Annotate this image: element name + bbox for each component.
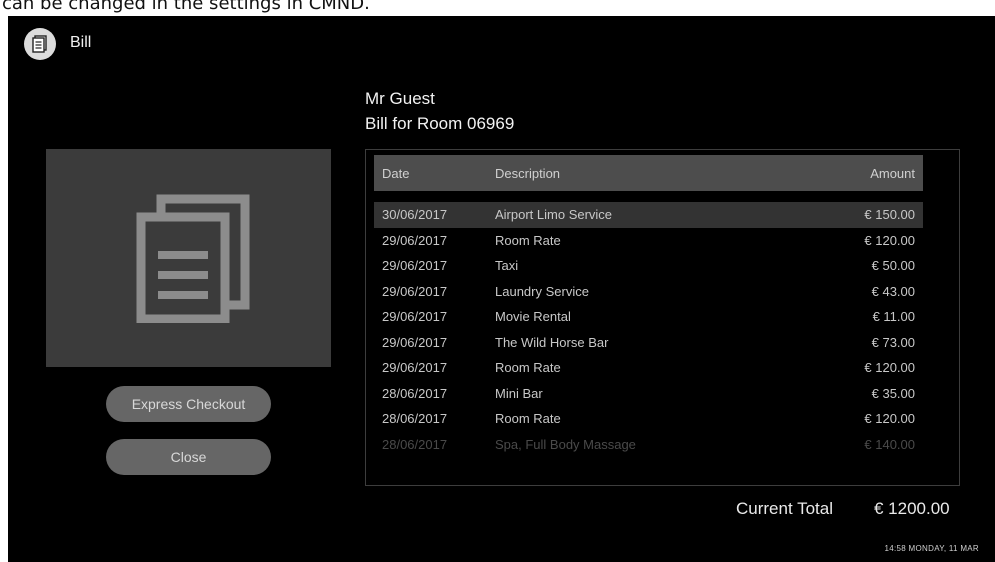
express-checkout-button[interactable]: Express Checkout xyxy=(106,386,271,422)
row-date: 28/06/2017 xyxy=(382,385,448,401)
row-description: Room Rate xyxy=(495,360,561,375)
table-row[interactable]: 30/06/2017 Airport Limo Service € 150.00 xyxy=(374,202,923,228)
row-amount: € 120.00 xyxy=(864,411,915,426)
bill-illustration-panel xyxy=(46,149,331,367)
row-amount: € 43.00 xyxy=(871,283,915,299)
table-row[interactable]: 28/06/2017 Spa, Full Body Massage € 140.… xyxy=(374,432,923,458)
caption-text: can be changed in the settings in CMND. xyxy=(2,0,370,14)
row-amount: € 120.00 xyxy=(864,232,915,248)
bill-screen: Bill Mr Guest Bill for Room 06969 Expres… xyxy=(8,16,995,562)
row-description: Movie Rental xyxy=(495,309,571,324)
row-description: Airport Limo Service xyxy=(495,207,613,222)
row-description: The Wild Horse Bar xyxy=(495,334,609,350)
table-row[interactable]: 29/06/2017 Taxi € 50.00 xyxy=(374,253,923,279)
guest-name: Mr Guest xyxy=(365,89,435,108)
row-description: Mini Bar xyxy=(495,385,543,401)
row-date: 28/06/2017 xyxy=(382,436,448,452)
document-icon xyxy=(24,28,56,60)
row-amount: € 50.00 xyxy=(871,258,915,273)
table-row[interactable]: 28/06/2017 Mini Bar € 35.00 xyxy=(374,381,923,407)
row-date: 29/06/2017 xyxy=(382,309,448,324)
bill-room-label: Bill for Room 06969 xyxy=(365,114,515,133)
row-date: 29/06/2017 xyxy=(382,283,448,299)
row-amount: € 140.00 xyxy=(864,436,915,452)
row-description: Taxi xyxy=(495,258,519,273)
row-amount: € 120.00 xyxy=(864,360,915,375)
table-row[interactable]: 29/06/2017 Movie Rental € 11.00 xyxy=(374,304,923,330)
page-title: Bill xyxy=(70,34,92,51)
column-header-date: Date xyxy=(382,166,410,181)
row-amount: € 35.00 xyxy=(871,385,915,401)
bill-table: Date Description Amount 30/06/2017 Airpo… xyxy=(365,149,960,486)
row-date: 29/06/2017 xyxy=(382,334,448,350)
current-total-value: € 1200.00 xyxy=(874,499,950,518)
clock-status: 14:58 MONDAY, 11 MAR xyxy=(884,544,979,553)
row-description: Laundry Service xyxy=(495,283,589,299)
table-row[interactable]: 29/06/2017 Room Rate € 120.00 xyxy=(374,228,923,254)
column-header-amount: Amount xyxy=(870,166,915,181)
table-row[interactable]: 28/06/2017 Room Rate € 120.00 xyxy=(374,406,923,432)
row-description: Room Rate xyxy=(495,232,561,248)
table-header: Date Description Amount xyxy=(374,155,923,191)
row-date: 30/06/2017 xyxy=(382,207,448,222)
row-date: 29/06/2017 xyxy=(382,360,448,375)
row-amount: € 150.00 xyxy=(864,207,915,222)
table-body[interactable]: 30/06/2017 Airport Limo Service € 150.00… xyxy=(374,202,923,457)
row-amount: € 73.00 xyxy=(871,334,915,350)
row-description: Room Rate xyxy=(495,411,561,426)
row-description: Spa, Full Body Massage xyxy=(495,436,636,452)
table-row[interactable]: 29/06/2017 The Wild Horse Bar € 73.00 xyxy=(374,330,923,356)
current-total-label: Current Total xyxy=(736,499,834,518)
row-amount: € 11.00 xyxy=(872,309,915,324)
table-row[interactable]: 29/06/2017 Room Rate € 120.00 xyxy=(374,355,923,381)
table-row[interactable]: 29/06/2017 Laundry Service € 43.00 xyxy=(374,279,923,305)
row-date: 29/06/2017 xyxy=(382,258,448,273)
close-button[interactable]: Close xyxy=(106,439,271,475)
column-header-description: Description xyxy=(495,166,561,181)
documents-icon xyxy=(136,194,249,323)
row-date: 28/06/2017 xyxy=(382,411,448,426)
row-date: 29/06/2017 xyxy=(382,232,448,248)
